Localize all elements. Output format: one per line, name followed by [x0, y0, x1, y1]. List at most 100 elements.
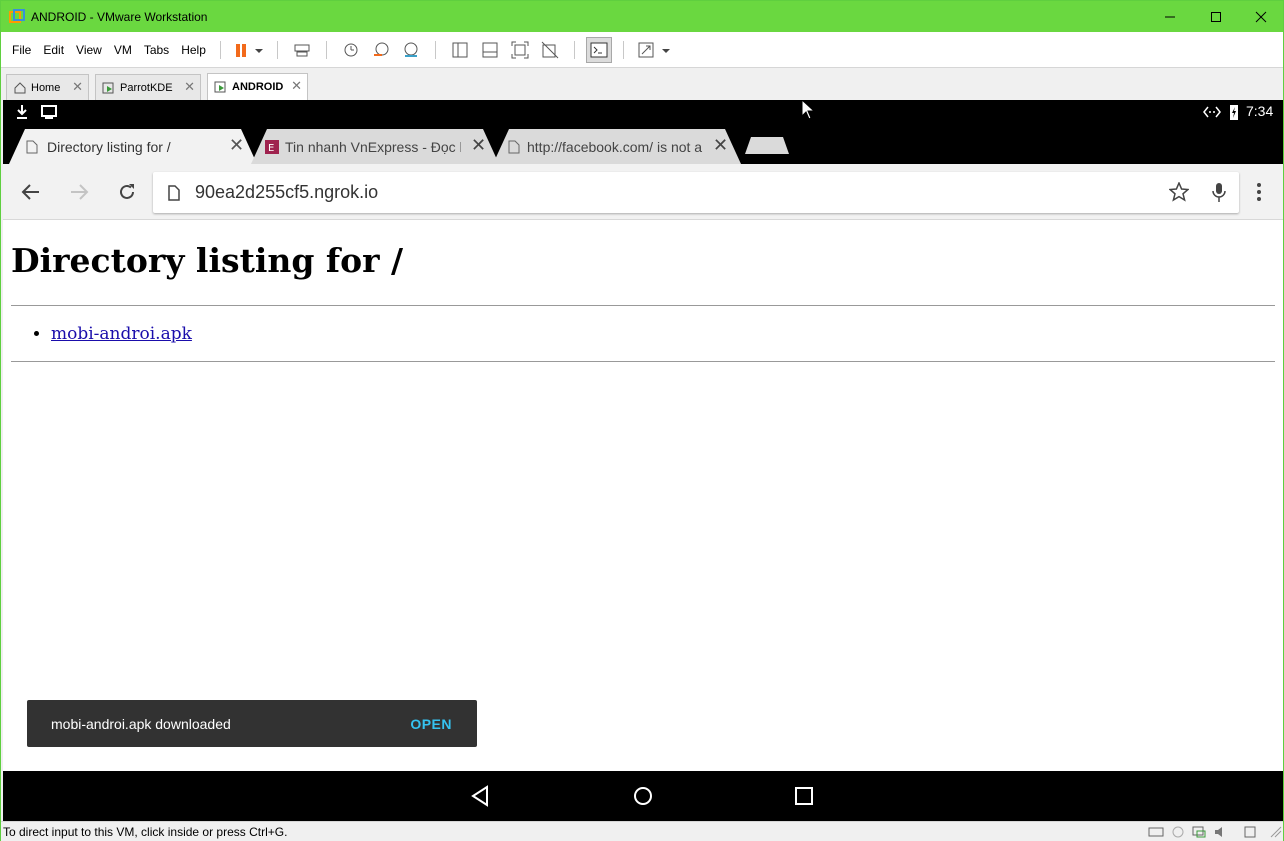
toolbar-separator: [325, 40, 327, 59]
menu-tabs[interactable]: Tabs: [139, 43, 174, 57]
mouse-cursor-icon: [801, 100, 816, 120]
omnibox[interactable]: 90ea2d255cf5.ngrok.io: [153, 172, 1239, 213]
menu-edit[interactable]: Edit: [38, 43, 69, 57]
android-status-bar: 7:34: [3, 100, 1283, 124]
console-view-button[interactable]: [585, 36, 612, 63]
vm-tab-strip: Home ✕ ParrotKDE ✕ ANDROID ✕: [1, 67, 1283, 100]
menu-help[interactable]: Help: [176, 43, 211, 57]
forward-arrow-icon[interactable]: [69, 182, 89, 202]
snapshot-manager-button[interactable]: [398, 37, 424, 63]
full-screen-icon: [511, 41, 529, 58]
microphone-icon[interactable]: [1211, 182, 1227, 204]
minimize-button[interactable]: [1147, 1, 1193, 32]
menu-file[interactable]: File: [7, 43, 36, 57]
stretch-guest-button[interactable]: [635, 37, 675, 63]
chrome-tab-vnexpress[interactable]: E Tin nhanh VnExpress - Đọc báo ✕: [265, 129, 495, 164]
chrome-tab-title: http://facebook.com/ is not a: [527, 138, 703, 155]
close-tab-icon[interactable]: ✕: [184, 79, 195, 95]
close-tab-icon[interactable]: ✕: [229, 135, 244, 156]
device-status-icons[interactable]: [1147, 825, 1283, 839]
close-tab-icon[interactable]: ✕: [713, 135, 728, 156]
vmware-window: ANDROID - VMware Workstation File Edit V…: [0, 0, 1284, 841]
page-icon: [26, 140, 38, 153]
maximize-button[interactable]: [1193, 1, 1239, 32]
library-panel-icon: [452, 42, 468, 57]
status-hint-text: To direct input to this VM, click inside…: [3, 824, 288, 839]
vm-tab-android[interactable]: ANDROID ✕: [207, 73, 308, 100]
file-link[interactable]: mobi-androi.apk: [51, 324, 192, 344]
unity-icon: [541, 41, 559, 58]
snackbar-message: mobi-androi.apk downloaded: [51, 715, 231, 732]
vmware-app-icon: [9, 8, 25, 23]
close-tab-icon[interactable]: ✕: [471, 135, 486, 156]
menu-vm[interactable]: VM: [109, 43, 137, 57]
send-ctrl-alt-del-button[interactable]: [289, 37, 315, 63]
more-options-icon[interactable]: [1256, 182, 1262, 202]
recents-square-icon[interactable]: [791, 783, 817, 809]
vnexpress-favicon-icon: E: [265, 139, 279, 154]
vm-icon: [102, 82, 114, 93]
show-library-button[interactable]: [447, 37, 473, 63]
pause-icon: [235, 43, 263, 57]
vm-tab-parrotkde[interactable]: ParrotKDE ✕: [95, 74, 201, 100]
file-list: mobi-androi.apk: [51, 324, 192, 344]
list-item: mobi-androi.apk: [51, 324, 192, 344]
show-thumbnail-bar-button[interactable]: [477, 37, 503, 63]
snapshot-manager-icon: [404, 42, 418, 57]
page-icon: [508, 140, 520, 153]
unity-button[interactable]: [537, 37, 563, 63]
console-icon: [590, 42, 608, 57]
divider: [11, 361, 1275, 362]
page-info-icon[interactable]: [167, 184, 181, 201]
vm-tab-label: ParrotKDE: [120, 81, 173, 94]
toolbar-separator: [622, 40, 624, 59]
android-nav-bar: [3, 771, 1283, 821]
vm-tab-label: Home: [31, 81, 61, 94]
close-icon: [1255, 11, 1267, 22]
keyboard-send-icon: [294, 44, 310, 56]
back-arrow-icon[interactable]: [21, 182, 41, 202]
android-screen[interactable]: 7:34 Directory listing for / ✕ E Tin nha…: [3, 100, 1283, 821]
ethernet-icon: [1203, 106, 1221, 118]
full-screen-button[interactable]: [507, 37, 533, 63]
vm-tab-label: ANDROID: [232, 81, 284, 93]
web-page-content: Directory listing for / mobi-androi.apk: [3, 221, 1283, 771]
download-icon: [17, 105, 27, 119]
close-button[interactable]: [1238, 1, 1284, 32]
home-icon: [14, 81, 26, 93]
toolbar-separator: [219, 40, 221, 59]
title-bar: ANDROID - VMware Workstation: [1, 1, 1283, 32]
page-heading: Directory listing for /: [11, 241, 404, 280]
menu-view[interactable]: View: [71, 43, 107, 57]
revert-snapshot-icon: [373, 42, 389, 56]
chrome-tab-title: Tin nhanh VnExpress - Đọc báo: [285, 138, 461, 155]
menu-bar: File Edit View VM Tabs Help: [1, 32, 1283, 67]
close-tab-icon[interactable]: ✕: [291, 78, 302, 94]
chrome-tab-directory-listing[interactable]: Directory listing for / ✕: [23, 129, 253, 164]
home-circle-icon[interactable]: [630, 783, 656, 809]
svg-text:E: E: [268, 143, 274, 154]
take-snapshot-button[interactable]: [338, 37, 364, 63]
url-text[interactable]: 90ea2d255cf5.ngrok.io: [195, 182, 378, 203]
thumbnail-bar-icon: [482, 42, 498, 57]
close-tab-icon[interactable]: ✕: [72, 79, 83, 95]
snackbar-open-button[interactable]: OPEN: [410, 716, 452, 732]
toolbar-separator: [434, 40, 436, 59]
suspend-button[interactable]: [232, 37, 266, 63]
toolbar-separator: [276, 40, 278, 59]
status-time: 7:34: [1246, 103, 1274, 119]
back-triangle-icon[interactable]: [468, 783, 494, 809]
download-snackbar: mobi-androi.apk downloaded OPEN: [27, 700, 477, 747]
revert-snapshot-button[interactable]: [368, 37, 394, 63]
bookmark-star-icon[interactable]: [1169, 182, 1189, 202]
chrome-tab-title: Directory listing for /: [47, 138, 171, 155]
chrome-tab-strip: Directory listing for / ✕ E Tin nhanh Vn…: [3, 124, 1283, 164]
vm-status-bar: To direct input to this VM, click inside…: [1, 821, 1283, 841]
snapshot-icon: [344, 43, 358, 56]
new-tab-button[interactable]: [745, 132, 791, 158]
reload-icon[interactable]: [117, 182, 137, 202]
vm-tab-home[interactable]: Home ✕: [6, 74, 89, 100]
maximize-icon: [1211, 11, 1221, 22]
chrome-tab-facebook[interactable]: http://facebook.com/ is not a ✕: [507, 129, 737, 164]
vm-icon: [214, 81, 226, 93]
